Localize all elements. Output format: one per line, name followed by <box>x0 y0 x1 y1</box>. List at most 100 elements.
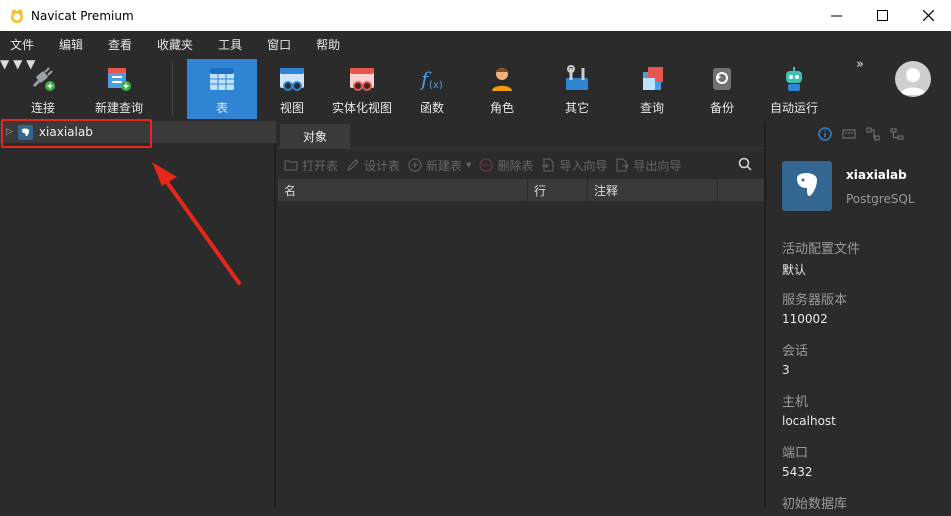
connect-button[interactable]: 连接 <box>18 59 68 119</box>
menu-tools[interactable]: 工具 <box>212 36 248 53</box>
new-query-button[interactable]: 新建查询 <box>90 59 148 119</box>
avatar[interactable] <box>895 61 931 97</box>
view-icon <box>280 68 304 91</box>
annotation-arrow-icon <box>152 162 241 285</box>
prop-server-version: 服务器版本 110002 <box>782 289 947 326</box>
user-avatar-icon <box>900 68 926 95</box>
maximize-icon <box>876 10 888 21</box>
query-icon <box>643 67 663 90</box>
search-icon[interactable] <box>738 157 752 171</box>
ddl-icon[interactable] <box>842 127 856 141</box>
info-icon[interactable] <box>818 127 832 141</box>
minus-circle-icon <box>479 158 493 172</box>
close-icon <box>922 10 934 21</box>
prop-initial-database: 初始数据库 <box>782 493 947 516</box>
backup-label: 备份 <box>709 101 734 115</box>
function-button[interactable]: f (x) 函数 <box>410 59 454 119</box>
column-header-comment[interactable]: 注释 <box>588 179 718 201</box>
import-wizard-label: 导入向导 <box>559 158 608 173</box>
prop-value: 3 <box>782 363 790 377</box>
export-wizard-button[interactable]: 导出向导 <box>615 157 681 174</box>
role-button[interactable]: 角色 <box>480 59 524 119</box>
menu-help[interactable]: 帮助 <box>310 36 346 53</box>
automation-button[interactable]: 自动运行 <box>765 59 823 119</box>
table-icon <box>210 68 234 90</box>
open-table-label: 打开表 <box>302 158 339 173</box>
close-button[interactable] <box>905 0 951 31</box>
menu-edit[interactable]: 编辑 <box>53 36 89 53</box>
new-table-label: 新建表 <box>426 158 463 173</box>
er-diagram-icon[interactable] <box>866 127 880 141</box>
role-label: 角色 <box>489 101 514 115</box>
menu-favorites[interactable]: 收藏夹 <box>151 36 199 53</box>
prop-host: 主机 localhost <box>782 391 947 428</box>
open-table-button[interactable]: 打开表 <box>284 157 338 174</box>
user-role-icon <box>492 68 512 91</box>
prop-label: 主机 <box>782 395 809 410</box>
menu-window[interactable]: 窗口 <box>261 36 297 53</box>
annotation-highlight-box <box>1 119 152 148</box>
object-list[interactable] <box>278 201 764 507</box>
export-icon <box>616 158 630 172</box>
delete-table-button[interactable]: 删除表 <box>479 157 533 174</box>
new-table-button[interactable]: 新建表 ▼ <box>408 157 471 174</box>
connect-dropdown-icon[interactable]: ▼ <box>0 57 9 71</box>
new-table-dropdown-icon[interactable]: ▼ <box>466 161 471 169</box>
info-pane: xiaxialab PostgreSQL 活动配置文件 默认 服务器版本 110… <box>764 121 951 512</box>
svg-text:(x): (x) <box>429 80 443 91</box>
more-tools-button[interactable]: » <box>856 57 864 72</box>
connection-type: PostgreSQL <box>846 192 915 206</box>
folder-open-icon <box>284 160 298 171</box>
dependencies-icon[interactable] <box>890 127 904 141</box>
prop-label: 服务器版本 <box>782 293 848 308</box>
table-button[interactable]: 表 <box>187 59 257 119</box>
backup-icon <box>713 68 731 90</box>
connect-label: 连接 <box>30 101 55 115</box>
postgresql-elephant-icon <box>782 161 832 211</box>
maximize-button[interactable] <box>859 0 905 31</box>
prop-label: 初始数据库 <box>782 497 848 512</box>
design-table-label: 设计表 <box>364 158 401 173</box>
robot-icon <box>786 67 802 91</box>
query-button[interactable]: 查询 <box>630 59 674 119</box>
function-icon: f (x) <box>419 67 443 91</box>
plug-icon <box>32 67 55 91</box>
delete-table-label: 删除表 <box>497 158 534 173</box>
backup-button[interactable]: 备份 <box>700 59 744 119</box>
objects-pane: 对象 打开表 设计表 新建表 ▼ 删除表 导入向导 导出向导 名 行 注释 <box>278 121 764 507</box>
prop-value: 默认 <box>782 263 807 277</box>
new-query-label: 新建查询 <box>94 101 143 115</box>
view-label: 视图 <box>279 101 304 115</box>
object-toolbar: 打开表 设计表 新建表 ▼ 删除表 导入向导 导出向导 <box>278 153 764 177</box>
prop-profile: 活动配置文件 默认 <box>782 238 947 278</box>
object-table-header: 名 行 注释 <box>278 179 764 201</box>
prop-port: 端口 5432 <box>782 442 947 479</box>
materialized-view-icon <box>350 68 374 91</box>
query-label: 查询 <box>639 101 664 115</box>
plus-circle-icon <box>408 158 422 172</box>
menu-bar: 文件 编辑 查看 收藏夹 工具 窗口 帮助 <box>0 31 951 57</box>
other-button[interactable]: 其它 <box>555 59 599 119</box>
menu-view[interactable]: 查看 <box>102 36 138 53</box>
import-wizard-button[interactable]: 导入向导 <box>541 157 607 174</box>
materialized-view-button[interactable]: 实体化视图 <box>330 59 394 119</box>
connection-title: xiaxialab <box>846 168 907 182</box>
prop-label: 会话 <box>782 344 809 359</box>
design-table-button[interactable]: 设计表 <box>346 157 400 174</box>
automation-label: 自动运行 <box>769 101 818 115</box>
title-bar: Navicat Premium <box>0 0 951 31</box>
import-icon <box>542 158 554 172</box>
minimize-icon <box>830 15 842 17</box>
navicat-logo-icon <box>11 9 23 23</box>
prop-value: localhost <box>782 414 836 428</box>
materialized-view-label: 实体化视图 <box>331 101 392 115</box>
column-header-rows[interactable]: 行 <box>528 179 588 201</box>
minimize-button[interactable] <box>813 0 859 31</box>
column-header-name[interactable]: 名 <box>278 179 528 201</box>
main-toolbar: 连接 ▼ 新建查询 表 视图 实体化视图 f (x) 函数 角色 其它 ▼ 查询… <box>0 57 951 121</box>
toolbar-divider <box>172 63 173 115</box>
view-button[interactable]: 视图 <box>267 59 317 119</box>
menu-file[interactable]: 文件 <box>4 36 40 53</box>
tab-objects[interactable]: 对象 <box>280 124 350 149</box>
export-wizard-label: 导出向导 <box>633 158 682 173</box>
